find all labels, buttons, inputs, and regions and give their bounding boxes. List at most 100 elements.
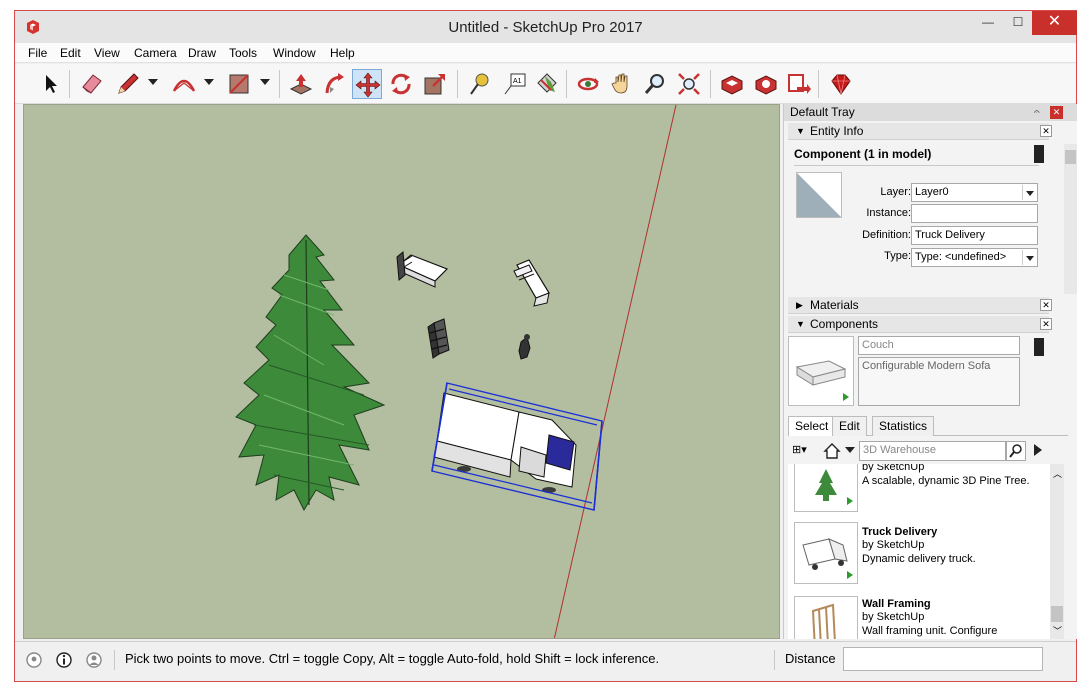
extension-warehouse-icon <box>755 75 777 95</box>
list-item-author: by SketchUp <box>862 611 925 623</box>
tab-select[interactable]: Select <box>788 416 836 436</box>
arc-dropdown-caret[interactable] <box>204 79 214 85</box>
3d-warehouse-button[interactable] <box>717 69 747 99</box>
materials-header[interactable]: ▶ Materials ✕ <box>788 297 1052 314</box>
instance-input[interactable] <box>911 204 1038 223</box>
geo-location-icon[interactable] <box>25 651 43 669</box>
pan-tool-button[interactable] <box>607 69 637 99</box>
component-name-field[interactable]: Couch <box>858 336 1020 355</box>
pencil-icon <box>118 73 139 94</box>
chevron-down-icon <box>1022 185 1036 200</box>
menu-view[interactable]: View <box>94 46 120 60</box>
menu-camera[interactable]: Camera <box>134 46 177 60</box>
title-bar[interactable]: Untitled - SketchUp Pro 2017 — ☐ ✕ <box>15 11 1077 43</box>
pine-tree-model[interactable] <box>235 234 386 512</box>
eraser-tool-button[interactable] <box>77 69 107 99</box>
bench-model[interactable] <box>427 318 450 359</box>
navigation-dropdown-caret[interactable] <box>845 447 855 453</box>
couch-model[interactable] <box>513 259 550 307</box>
model-scene <box>235 105 677 638</box>
pencil-tool-button[interactable] <box>113 69 143 99</box>
component-description-field[interactable]: Configurable Modern Sofa <box>858 357 1020 406</box>
layer-value: Layer0 <box>915 186 949 198</box>
close-panel-icon[interactable]: ✕ <box>1040 125 1052 137</box>
pan-icon <box>611 73 628 94</box>
components-tabs: Select Edit Statistics <box>788 416 1068 436</box>
rotate-tool-button[interactable] <box>386 69 416 99</box>
type-select[interactable]: Type: <undefined> <box>911 248 1038 267</box>
components-header[interactable]: ▼ Components ✕ <box>788 316 1052 333</box>
chevron-down-icon[interactable]: ﹀ <box>1053 624 1062 637</box>
follow-me-icon <box>325 73 344 94</box>
scale-tool-button[interactable] <box>420 69 450 99</box>
rectangle-dropdown-caret[interactable] <box>260 79 270 85</box>
text-icon: A1 <box>504 73 526 95</box>
tray-title-bar: Default Tray 𝄐 ✕ <box>784 104 1077 121</box>
component-list-scrollbar[interactable]: ︿ ﹀ <box>1050 464 1064 639</box>
minimize-button[interactable]: — <box>972 11 1004 35</box>
scrollbar-thumb[interactable] <box>1051 606 1063 622</box>
tray-scrollbar[interactable] <box>1064 144 1077 294</box>
menu-window[interactable]: Window <box>273 46 316 60</box>
tab-statistics[interactable]: Statistics <box>872 416 935 436</box>
maximize-button[interactable]: ☐ <box>1002 11 1034 35</box>
3d-warehouse-icon <box>721 75 743 95</box>
menu-help[interactable]: Help <box>330 46 355 60</box>
rectangle-tool-button[interactable] <box>224 69 254 99</box>
status-separator <box>774 650 775 670</box>
menu-tools[interactable]: Tools <box>229 46 257 60</box>
definition-label: Definition: <box>862 229 911 241</box>
tape-measure-tool-button[interactable] <box>465 69 495 99</box>
follow-me-tool-button[interactable] <box>320 69 350 99</box>
close-button[interactable]: ✕ <box>1032 11 1077 35</box>
orbit-tool-button[interactable] <box>573 69 603 99</box>
ruby-console-button[interactable] <box>826 69 856 99</box>
menu-file[interactable]: File <box>28 46 47 60</box>
entity-info-title: Entity Info <box>810 124 864 138</box>
toolbar-separator <box>69 70 70 98</box>
scale-icon <box>424 74 445 95</box>
definition-input[interactable]: Truck Delivery <box>911 226 1038 245</box>
component-details-icon[interactable] <box>1034 145 1044 163</box>
close-panel-icon[interactable]: ✕ <box>1040 318 1052 330</box>
zoom-tool-button[interactable] <box>640 69 670 99</box>
menu-draw[interactable]: Draw <box>188 46 216 60</box>
pencil-dropdown-caret[interactable] <box>148 79 158 85</box>
layer-select[interactable]: Layer0 <box>911 183 1038 202</box>
close-panel-icon[interactable]: ✕ <box>1040 299 1052 311</box>
chevron-up-icon[interactable]: ︿ <box>1053 467 1062 480</box>
details-arrow-icon[interactable] <box>1034 444 1042 456</box>
select-tool-button[interactable] <box>35 69 65 99</box>
tab-edit[interactable]: Edit <box>832 416 867 436</box>
bed-model[interactable] <box>396 251 449 288</box>
arc-tool-button[interactable] <box>169 69 199 99</box>
components-title: Components <box>810 317 879 331</box>
push-pull-tool-button[interactable] <box>286 69 316 99</box>
extension-warehouse-button[interactable] <box>751 69 781 99</box>
zoom-extents-tool-button[interactable] <box>674 69 704 99</box>
menu-edit[interactable]: Edit <box>60 46 81 60</box>
user-account-icon[interactable] <box>85 651 103 669</box>
search-icon[interactable] <box>1006 441 1026 461</box>
pine-tree-thumbnail <box>794 464 858 512</box>
home-icon[interactable] <box>822 441 842 461</box>
send-to-layout-button[interactable] <box>783 69 813 99</box>
paint-bucket-tool-button[interactable] <box>531 69 561 99</box>
list-item-description: Dynamic delivery truck. <box>862 553 976 565</box>
move-tool-button[interactable] <box>352 69 382 99</box>
warehouse-search-input[interactable]: 3D Warehouse <box>859 441 1006 461</box>
tray-pin-icon[interactable]: 𝄐 <box>1034 104 1040 121</box>
red-axis-line <box>553 105 677 638</box>
view-options-icon[interactable]: ⊞▾ <box>792 443 807 456</box>
info-icon[interactable] <box>55 651 73 669</box>
model-viewport[interactable] <box>23 104 780 639</box>
component-details-icon[interactable] <box>1034 338 1044 356</box>
entity-info-header[interactable]: ▼ Entity Info ✕ <box>788 123 1052 140</box>
text-tool-button[interactable]: A1 <box>499 69 529 99</box>
tray-close-icon[interactable]: ✕ <box>1050 106 1063 119</box>
menu-bar: File Edit View Camera Draw Tools Window … <box>15 43 1076 63</box>
truck-delivery-model[interactable] <box>431 382 603 511</box>
scrollbar-thumb[interactable] <box>1065 150 1076 164</box>
person-figure-model[interactable] <box>518 334 531 360</box>
measurements-input[interactable] <box>843 647 1043 671</box>
